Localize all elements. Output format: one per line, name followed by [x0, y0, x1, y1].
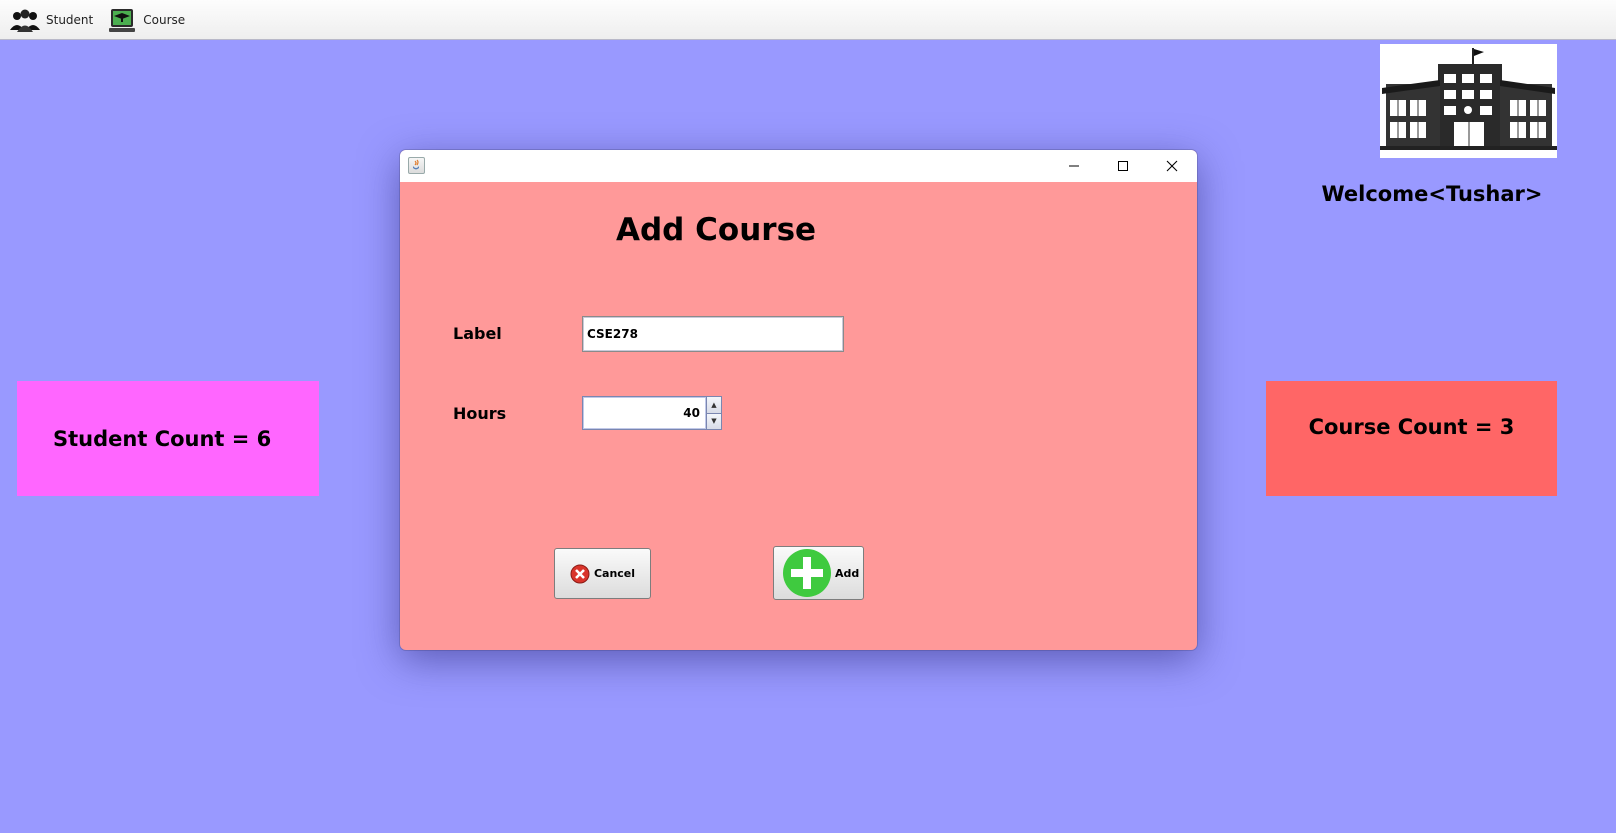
course-count-box: Course Count = 3 — [1266, 381, 1557, 496]
student-count-box: Student Count = 6 — [17, 381, 319, 496]
plus-icon — [783, 549, 831, 597]
maximize-button[interactable] — [1098, 150, 1147, 182]
add-button[interactable]: Add — [773, 546, 864, 600]
hours-input[interactable] — [582, 396, 707, 430]
dialog-titlebar[interactable] — [400, 150, 1197, 182]
cancel-icon — [570, 564, 590, 583]
spinner-up-icon[interactable]: ▲ — [707, 397, 721, 413]
hours-spinner: ▲ ▼ — [582, 396, 722, 430]
dialog-title: Add Course — [616, 212, 817, 248]
course-count-label: Course Count = 3 — [1308, 415, 1515, 439]
spinner-buttons: ▲ ▼ — [707, 396, 722, 430]
close-button[interactable] — [1147, 150, 1196, 182]
cancel-button-label: Cancel — [593, 567, 636, 580]
course-laptop-icon — [105, 3, 139, 37]
welcome-text: Welcome<Tushar> — [1321, 182, 1543, 206]
add-course-dialog: Add Course Label Hours ▲ ▼ Cancel Add — [400, 150, 1197, 650]
java-cup-icon — [408, 157, 425, 174]
hours-field-caption: Hours — [453, 404, 507, 423]
course-label-input[interactable] — [582, 316, 844, 352]
school-building-icon — [1380, 44, 1557, 158]
close-icon — [1166, 160, 1177, 172]
spinner-down-icon[interactable]: ▼ — [707, 412, 721, 429]
maximize-icon — [1117, 161, 1128, 171]
label-field-caption: Label — [453, 324, 502, 343]
menu-student-label: Student — [46, 12, 94, 27]
add-button-label: Add — [835, 566, 860, 580]
students-group-icon — [8, 3, 42, 37]
menu-course[interactable]: Course — [97, 1, 189, 39]
minimize-icon — [1068, 165, 1079, 167]
student-count-label: Student Count = 6 — [53, 426, 272, 451]
cancel-button[interactable]: Cancel — [554, 548, 651, 599]
menu-bar: Student Course — [0, 0, 1616, 40]
minimize-button[interactable] — [1049, 150, 1098, 182]
menu-student[interactable]: Student — [0, 1, 97, 39]
menu-course-label: Course — [143, 12, 186, 27]
